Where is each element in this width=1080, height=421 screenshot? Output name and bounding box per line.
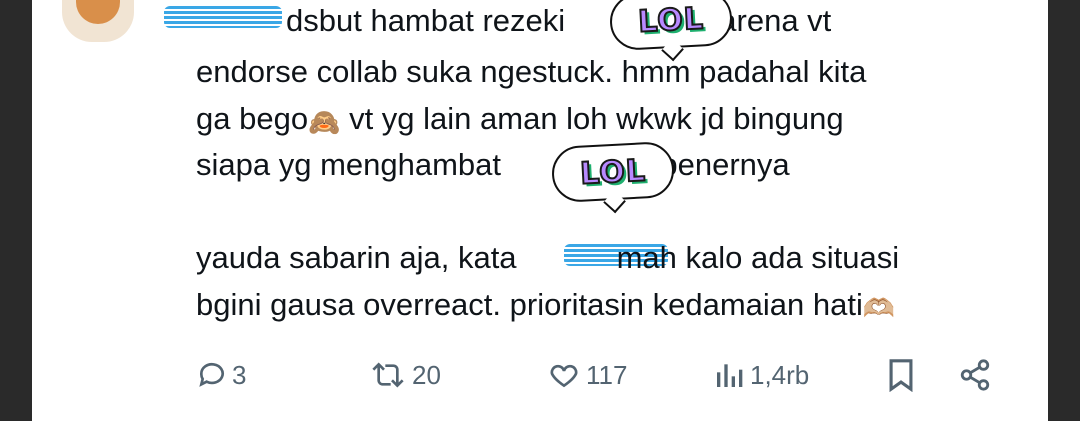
tweet-action-bar: 3 20 117 1,4rb bbox=[196, 350, 996, 400]
share-button[interactable] bbox=[958, 350, 992, 400]
heart-icon bbox=[550, 364, 578, 388]
repost-icon bbox=[372, 362, 404, 388]
avatar-face bbox=[76, 0, 120, 24]
reply-count: 3 bbox=[232, 359, 247, 390]
tweet-line-3-part-2: vt yg lain aman loh wkwk jd bingung bbox=[349, 101, 844, 136]
see-no-evil-monkey-icon: 🙈 bbox=[308, 107, 341, 137]
tweet-line-5-part-1: yauda sabarin aja, kata bbox=[196, 240, 517, 275]
lol-sticker-2: LOL bbox=[550, 140, 676, 204]
tweet-line-6: bgini gausa overreact. prioritasin kedam… bbox=[196, 282, 1026, 331]
tweet-line-3: ga bego🙈 vt yg lain aman loh wkwk jd bin… bbox=[196, 96, 1026, 145]
heart-hands-icon: 🫶🏼 bbox=[862, 293, 896, 323]
like-button[interactable]: 117 bbox=[546, 350, 627, 400]
bookmark-button[interactable] bbox=[886, 350, 916, 400]
reply-button[interactable]: 3 bbox=[196, 350, 246, 400]
tweet-line-5-part-2: mah kalo ada situasi bbox=[616, 240, 900, 275]
views-icon bbox=[717, 364, 743, 387]
tweet-line-4-part-1: siapa yg menghambat bbox=[196, 147, 502, 182]
repost-button[interactable]: 20 bbox=[368, 350, 441, 400]
tweet-line-6-text: bgini gausa overreact. prioritasin kedam… bbox=[196, 287, 863, 322]
views-count: 1,4rb bbox=[750, 359, 810, 390]
views-button[interactable]: 1,4rb bbox=[712, 350, 809, 400]
tweet-line-3-part-1: ga bego bbox=[196, 101, 309, 136]
lol-sticker-1: LOL bbox=[608, 0, 734, 52]
tweet-line-1-part-1: dsbut hambat rezeki bbox=[286, 3, 566, 38]
repost-count: 20 bbox=[412, 359, 441, 390]
lol-sticker-2-text: LOL bbox=[578, 152, 647, 192]
tweet-line-5: yauda sabarin aja, kata mah kalo ada situ… bbox=[196, 235, 1026, 281]
bookmark-icon bbox=[889, 359, 913, 392]
tweet-line-2: endorse collab suka ngestuck. hmm padaha… bbox=[196, 54, 867, 89]
like-count: 117 bbox=[586, 359, 628, 390]
lol-sticker-1-text: LOL bbox=[636, 0, 705, 40]
redaction-scribble-username bbox=[164, 6, 282, 28]
share-icon bbox=[960, 359, 990, 391]
reply-icon bbox=[199, 362, 224, 387]
